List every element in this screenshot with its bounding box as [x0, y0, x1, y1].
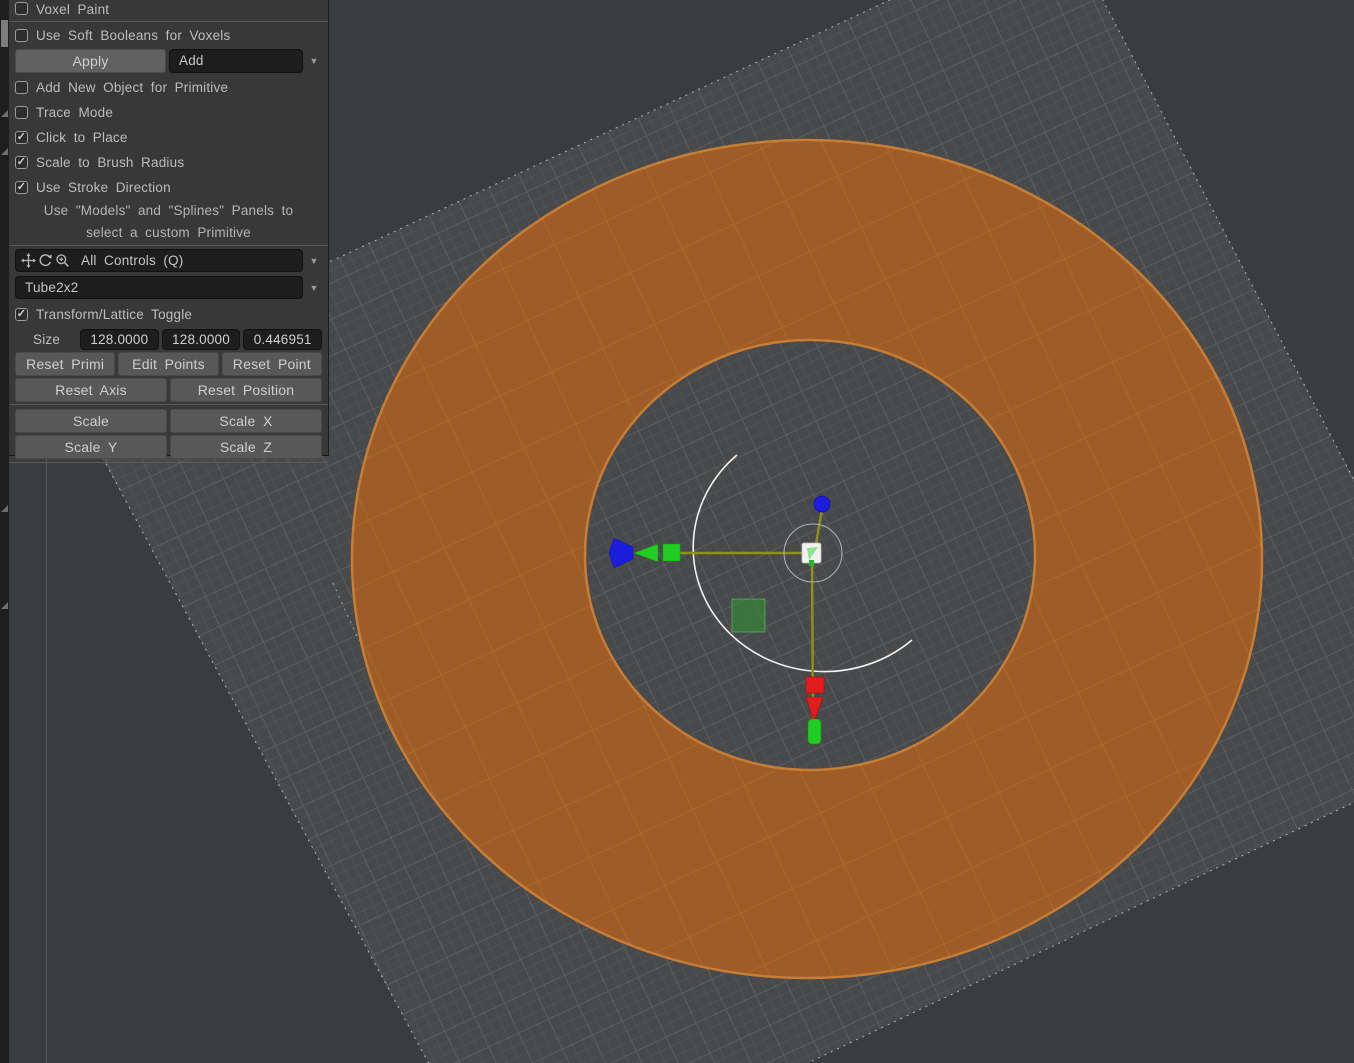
- move-icon: [21, 253, 36, 268]
- scale-z-button[interactable]: Scale Z: [170, 435, 322, 459]
- divider: [9, 404, 328, 405]
- scale-buttons-row2: Scale Y Scale Z: [9, 435, 328, 459]
- checkbox[interactable]: ✓: [15, 156, 28, 169]
- checkbox[interactable]: [15, 29, 28, 42]
- apply-button[interactable]: Apply: [15, 49, 166, 73]
- divider: [9, 21, 328, 22]
- chevron-down-icon[interactable]: ▼: [306, 256, 322, 266]
- controls-dropdown-label: All Controls (Q): [74, 253, 183, 268]
- size-z-field[interactable]: 0.446951: [243, 329, 322, 350]
- checkbox[interactable]: [15, 81, 28, 94]
- panel-edge-line: [46, 456, 47, 1063]
- gizmo-center-cube[interactable]: [802, 543, 821, 566]
- divider: [9, 462, 328, 463]
- boolean-mode-dropdown[interactable]: Add: [169, 49, 303, 73]
- left-scroll-strip[interactable]: [0, 0, 9, 1063]
- size-row: Size 128.0000 128.0000 0.446951: [9, 327, 328, 352]
- checkbox-row-trace-mode[interactable]: Trace Mode: [9, 100, 328, 125]
- scale-button[interactable]: Scale: [15, 409, 167, 433]
- resize-grip[interactable]: [1, 148, 8, 155]
- checkbox-label: Transform/Lattice Toggle: [36, 307, 192, 322]
- tool-panel: Voxel Paint Use Soft Booleans for Voxels…: [9, 0, 329, 456]
- checkbox-row-add-new-object[interactable]: Add New Object for Primitive: [9, 75, 328, 100]
- controls-dropdown[interactable]: All Controls (Q): [15, 249, 303, 272]
- gizmo-handle-z-sphere[interactable]: [814, 496, 830, 512]
- divider: [9, 245, 328, 246]
- green-pill-handle: [808, 719, 821, 744]
- checkbox-label: Add New Object for Primitive: [36, 80, 228, 95]
- hint-text-line2: select a custom Primitive: [9, 222, 328, 244]
- resize-grip[interactable]: [1, 110, 8, 117]
- chevron-down-icon[interactable]: ▼: [306, 283, 322, 293]
- hint-text-line1: Use "Models" and "Splines" Panels to: [9, 200, 328, 222]
- app-window: Voxel Paint Use Soft Booleans for Voxels…: [0, 0, 1354, 1063]
- scale-x-button[interactable]: Scale X: [170, 409, 322, 433]
- checkbox[interactable]: [15, 106, 28, 119]
- primitive-row: Tube2x2 ▼: [9, 275, 328, 300]
- selection-square: [732, 599, 765, 632]
- reset-buttons-row1: Reset Primi Edit Points Reset Point: [9, 352, 328, 376]
- checkbox-label: Scale to Brush Radius: [36, 155, 184, 170]
- reset-buttons-row2: Reset Axis Reset Position: [9, 378, 328, 402]
- checkbox-label: Use Soft Booleans for Voxels: [36, 28, 230, 43]
- checkbox-row-soft-booleans[interactable]: Use Soft Booleans for Voxels: [9, 23, 328, 48]
- green-cube-handle: [663, 544, 680, 561]
- checkbox-label: Use Stroke Direction: [36, 180, 171, 195]
- scale-y-button[interactable]: Scale Y: [15, 435, 167, 459]
- checkbox-row-click-to-place[interactable]: ✓ Click to Place: [9, 125, 328, 150]
- rotate-icon: [38, 253, 53, 268]
- resize-grip[interactable]: [1, 505, 8, 512]
- reset-primitive-button[interactable]: Reset Primi: [15, 352, 115, 376]
- scale-buttons-row1: Scale Scale X: [9, 409, 328, 433]
- edit-points-button[interactable]: Edit Points: [118, 352, 218, 376]
- chevron-down-icon[interactable]: ▼: [306, 56, 322, 66]
- checkbox-label: Voxel Paint: [36, 2, 109, 17]
- checkbox[interactable]: ✓: [15, 131, 28, 144]
- zoom-in-icon: [55, 253, 70, 268]
- controls-row: All Controls (Q) ▼: [9, 248, 328, 273]
- red-cube-handle: [806, 677, 824, 693]
- checkbox-label: Click to Place: [36, 130, 128, 145]
- reset-axis-button[interactable]: Reset Axis: [15, 378, 167, 402]
- checkbox-row-stroke-direction[interactable]: ✓ Use Stroke Direction: [9, 175, 328, 200]
- reset-point-button[interactable]: Reset Point: [222, 352, 322, 376]
- checkbox-row-scale-to-brush[interactable]: ✓ Scale to Brush Radius: [9, 150, 328, 175]
- checkbox[interactable]: ✓: [15, 181, 28, 194]
- scrollbar-thumb[interactable]: [1, 20, 8, 47]
- size-y-field[interactable]: 128.0000: [162, 329, 241, 350]
- checkbox-label: Trace Mode: [36, 105, 113, 120]
- apply-row: Apply Add ▼: [9, 48, 328, 73]
- size-label: Size: [15, 332, 77, 347]
- checkbox-row-voxel-paint[interactable]: Voxel Paint: [9, 0, 328, 20]
- reset-position-button[interactable]: Reset Position: [170, 378, 322, 402]
- size-x-field[interactable]: 128.0000: [80, 329, 159, 350]
- primitive-dropdown[interactable]: Tube2x2: [15, 276, 303, 299]
- checkbox-row-transform-lattice[interactable]: ✓ Transform/Lattice Toggle: [9, 302, 328, 327]
- resize-grip[interactable]: [1, 602, 8, 609]
- controls-icons: [16, 253, 74, 268]
- checkbox[interactable]: [15, 2, 28, 15]
- checkbox[interactable]: ✓: [15, 308, 28, 321]
